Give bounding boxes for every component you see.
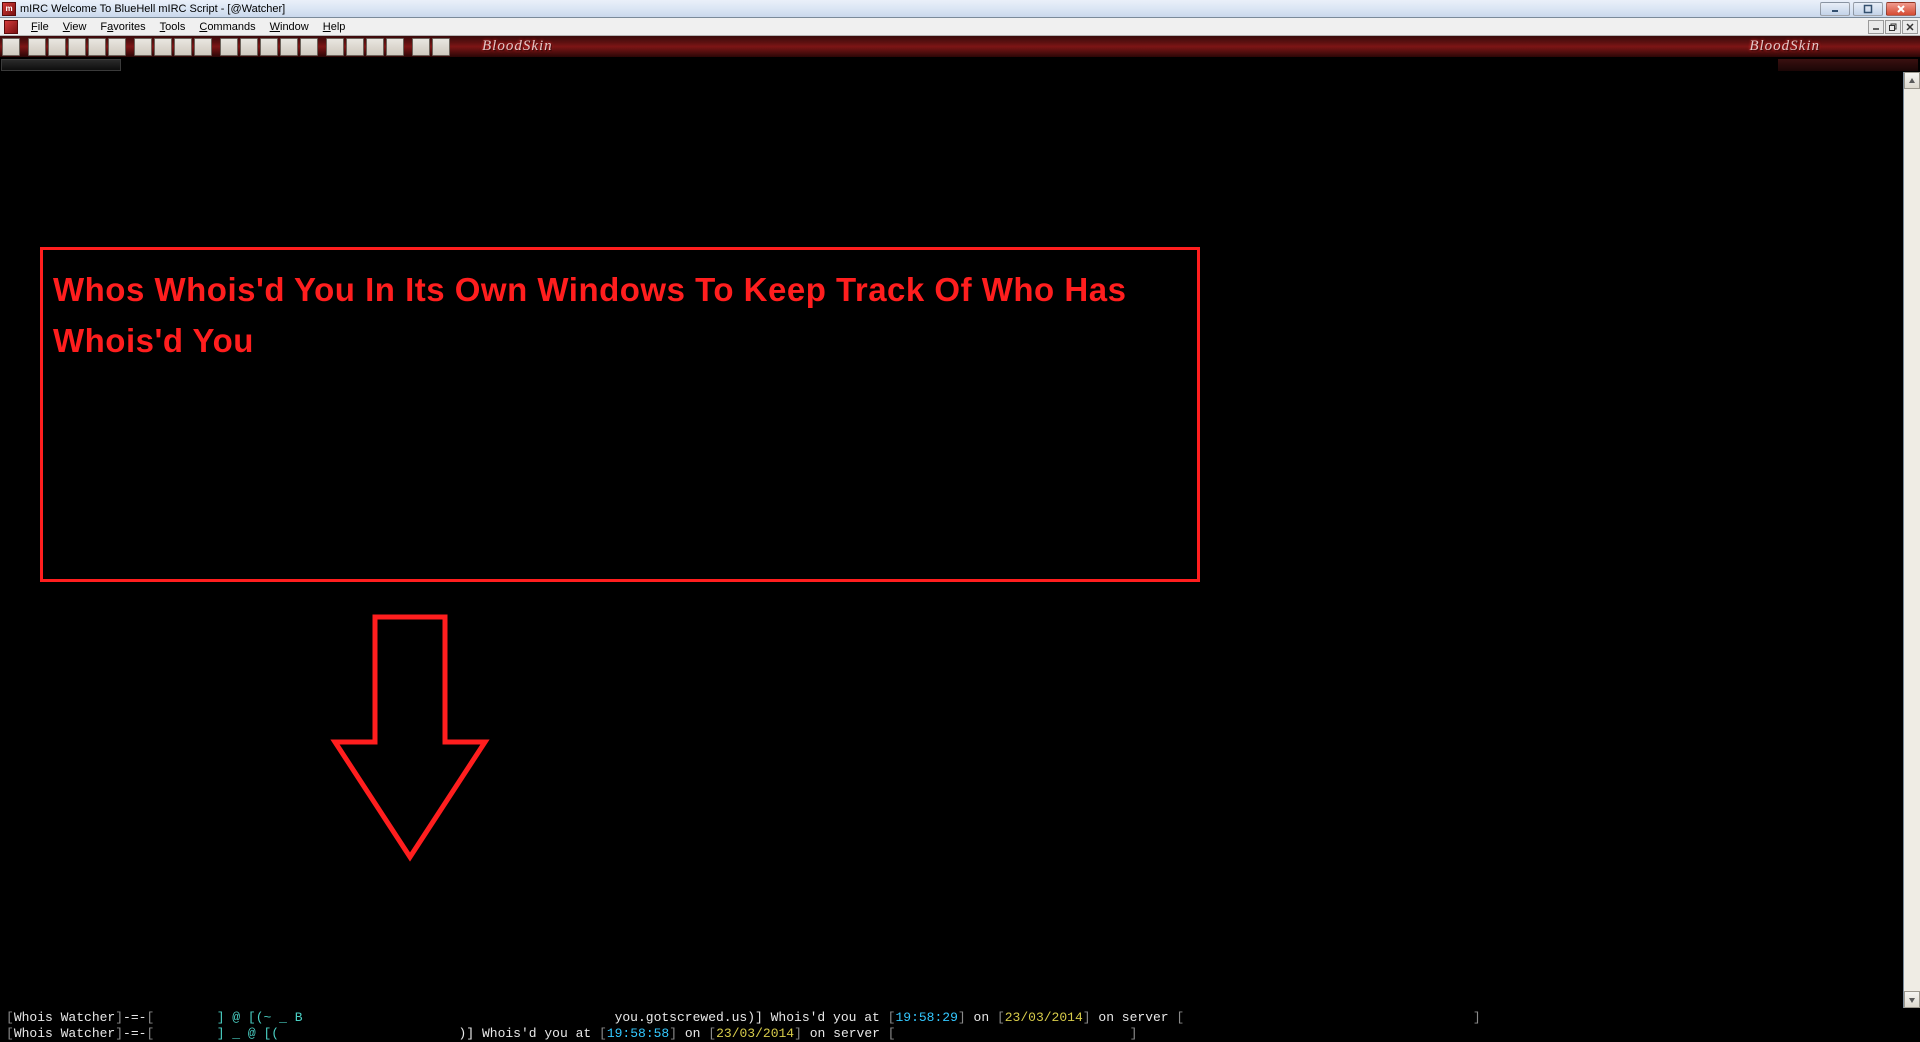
maximize-icon	[1863, 4, 1873, 14]
log-line: [Whois Watcher]-=-[ ] @ [(~ _ B you.gots…	[6, 1010, 1914, 1026]
content-area: Whos Whois'd You In Its Own Windows To K…	[0, 72, 1920, 1008]
switchbar-right-panel	[1778, 59, 1918, 71]
app-icon: m	[2, 2, 16, 16]
menu-file[interactable]: File	[24, 18, 56, 35]
toolbar-button[interactable]	[68, 38, 86, 56]
window-title: mIRC Welcome To BlueHell mIRC Script - […	[20, 3, 285, 15]
window-controls	[1820, 2, 1916, 16]
menu-help[interactable]: Help	[316, 18, 353, 35]
toolbar-button[interactable]	[194, 38, 212, 56]
toolbar-button[interactable]	[386, 38, 404, 56]
scroll-track[interactable]	[1904, 89, 1920, 991]
toolbar-button[interactable]	[28, 38, 46, 56]
annotation-down-arrow-icon	[320, 612, 490, 862]
skin-brand-label-right: BloodSkin	[1749, 38, 1820, 55]
toolbar-button[interactable]	[432, 38, 450, 56]
menu-bar: File View Favorites Tools Commands Windo…	[0, 18, 1920, 36]
menu-commands[interactable]: Commands	[192, 18, 262, 35]
toolbar-button[interactable]	[366, 38, 384, 56]
menu-favorites[interactable]: Favorites	[93, 18, 152, 35]
toolbar-button[interactable]	[134, 38, 152, 56]
menu-tools[interactable]: Tools	[153, 18, 193, 35]
toolbar-button[interactable]	[48, 38, 66, 56]
toolbar-button[interactable]	[412, 38, 430, 56]
status-log: [Whois Watcher]-=-[ ] @ [(~ _ B you.gots…	[0, 1008, 1920, 1042]
toolbar-button[interactable]	[240, 38, 258, 56]
mdi-window-controls	[1868, 20, 1918, 34]
toolbar-button[interactable]	[346, 38, 364, 56]
menu-view[interactable]: View	[56, 18, 94, 35]
mdi-icon[interactable]	[4, 20, 18, 34]
log-line: [Whois Watcher]-=-[ ] _ @ [( )] Whois'd …	[6, 1026, 1914, 1042]
switchbar-tab[interactable]	[1, 59, 121, 71]
minimize-button[interactable]	[1820, 2, 1850, 16]
toolbar-button[interactable]	[220, 38, 238, 56]
toolbar-button[interactable]	[280, 38, 298, 56]
mdi-restore-button[interactable]	[1885, 20, 1901, 34]
mdi-minimize-button[interactable]	[1868, 20, 1884, 34]
close-button[interactable]	[1886, 2, 1916, 16]
vertical-scrollbar[interactable]	[1903, 72, 1920, 1008]
switchbar	[0, 58, 1920, 72]
toolbar-button[interactable]	[174, 38, 192, 56]
toolbar: BloodSkin BloodSkin	[0, 36, 1920, 58]
mdi-close-button[interactable]	[1902, 20, 1918, 34]
annotation-callout-text: Whos Whois'd You In Its Own Windows To K…	[53, 264, 1187, 366]
maximize-button[interactable]	[1853, 2, 1883, 16]
scroll-up-button[interactable]	[1904, 72, 1920, 89]
scroll-down-button[interactable]	[1904, 991, 1920, 1008]
annotation-callout-box: Whos Whois'd You In Its Own Windows To K…	[40, 247, 1200, 582]
chat-text-view[interactable]: Whos Whois'd You In Its Own Windows To K…	[10, 72, 1903, 1008]
window-titlebar: m mIRC Welcome To BlueHell mIRC Script -…	[0, 0, 1920, 18]
menu-window[interactable]: Window	[263, 18, 316, 35]
toolbar-button[interactable]	[154, 38, 172, 56]
toolbar-button[interactable]	[260, 38, 278, 56]
minimize-icon	[1830, 4, 1840, 14]
toolbar-button[interactable]	[300, 38, 318, 56]
toolbar-button[interactable]	[326, 38, 344, 56]
toolbar-button[interactable]	[108, 38, 126, 56]
skin-brand-label: BloodSkin	[482, 38, 553, 55]
toolbar-button[interactable]	[88, 38, 106, 56]
left-gutter	[0, 72, 10, 1008]
close-icon	[1896, 4, 1906, 14]
toolbar-button[interactable]	[2, 38, 20, 56]
